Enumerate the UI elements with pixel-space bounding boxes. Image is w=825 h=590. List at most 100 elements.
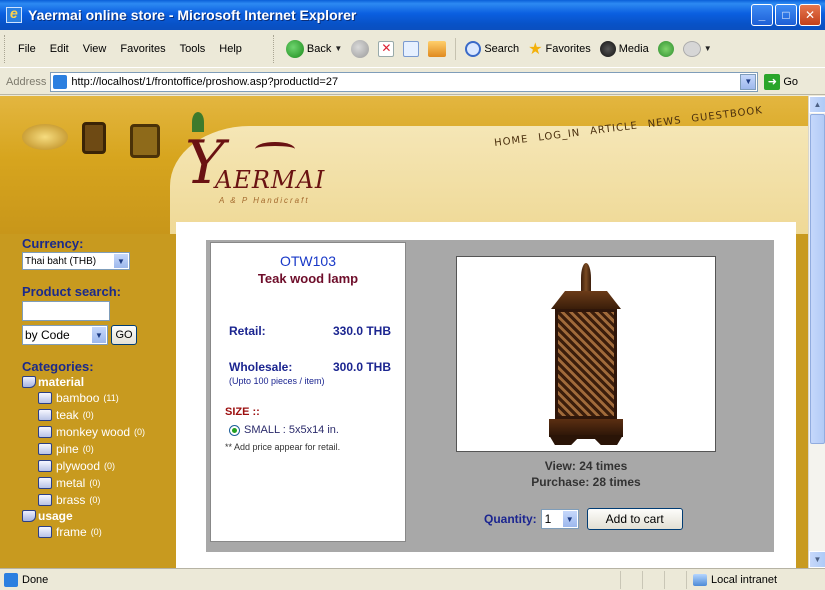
chevron-down-icon: ▼ <box>703 44 712 53</box>
history-button[interactable] <box>655 37 677 61</box>
prop-a <box>22 124 68 150</box>
size-option[interactable]: SMALL : 5x5x14 in. <box>211 424 405 436</box>
media-icon <box>599 40 616 57</box>
wholesale-label: Wholesale: <box>229 360 293 374</box>
history-icon <box>657 40 674 57</box>
menu-tools[interactable]: Tools <box>173 43 213 55</box>
category-item-brass[interactable]: brass (0) <box>38 491 152 508</box>
view-count: View: 24 times <box>544 459 628 473</box>
scroll-up-icon[interactable]: ▲ <box>809 96 825 113</box>
search-by-select[interactable]: by Code ▼ <box>22 325 108 345</box>
wholesale-price: 300.0 THB <box>332 360 391 374</box>
favorites-button[interactable]: ★ Favorites <box>525 37 594 61</box>
scroll-thumb[interactable] <box>810 114 825 444</box>
category-group-label: usage <box>38 509 73 523</box>
forward-button[interactable] <box>348 37 372 61</box>
category-item-frame[interactable]: frame (0) <box>38 523 152 540</box>
star-icon: ★ <box>528 40 543 58</box>
category-count: (0) <box>89 494 101 505</box>
favorites-label: Favorites <box>545 42 591 55</box>
page-done-icon <box>4 572 18 587</box>
nav-guestbook[interactable]: GUESTBOOK <box>691 105 764 125</box>
category-item-metal[interactable]: metal (0) <box>38 474 152 491</box>
wholesale-price-row: Wholesale: 300.0 THB <box>211 360 405 374</box>
quantity-label: Quantity: <box>484 512 537 526</box>
folder-open-icon <box>22 376 36 388</box>
search-button[interactable]: Search <box>462 37 522 61</box>
category-label: brass <box>56 492 86 507</box>
folder-icon <box>38 493 52 506</box>
lamp-body <box>555 309 617 419</box>
chevron-down-icon: ▼ <box>113 253 129 269</box>
quantity-row: Quantity: 1 ▼ Add to cart <box>484 508 683 530</box>
sidebar: Currency: Thai baht (THB) ▼ Product sear… <box>22 236 152 540</box>
menu-file[interactable]: File <box>11 43 43 55</box>
lamp-picture <box>541 263 631 447</box>
minimize-button[interactable]: _ <box>751 4 773 26</box>
site-banner: Y AERMAI A & P Handicraft HOME LOG_IN AR… <box>0 96 808 234</box>
category-item-pine[interactable]: pine (0) <box>38 440 152 457</box>
title-bar: Yaermai online store - Microsoft Interne… <box>0 0 825 30</box>
category-count: (0) <box>104 460 116 471</box>
prop-b <box>82 122 106 154</box>
menu-edit[interactable]: Edit <box>43 43 76 55</box>
product-image <box>456 256 716 452</box>
quantity-value: 1 <box>544 512 552 526</box>
retail-price: 330.0 THB <box>332 324 391 338</box>
category-label: monkey wood <box>56 424 131 439</box>
back-button[interactable]: Back ▼ <box>283 37 345 61</box>
address-dropdown-icon[interactable]: ▼ <box>740 73 757 90</box>
price-note: ** Add price appear for retail. <box>225 442 341 452</box>
site-logo[interactable]: Y AERMAI A & P Handicraft <box>185 128 345 214</box>
go-button[interactable]: ➜ Go <box>764 73 798 90</box>
product-panel: OTW103 Teak wood lamp Retail: 330.0 THB … <box>176 222 796 568</box>
prop-c <box>130 124 160 158</box>
folder-icon <box>38 476 52 489</box>
window-title: Yaermai online store - Microsoft Interne… <box>28 7 357 23</box>
product-card: OTW103 Teak wood lamp Retail: 330.0 THB … <box>206 240 774 552</box>
menu-view[interactable]: View <box>76 43 114 55</box>
media-button[interactable]: Media <box>597 37 652 61</box>
toolbar-grip <box>272 34 276 63</box>
stop-button[interactable] <box>375 37 397 61</box>
close-button[interactable]: ✕ <box>799 4 821 26</box>
category-item-bamboo[interactable]: bamboo (11) <box>38 389 152 406</box>
size-option-label: SMALL : 5x5x14 in. <box>244 424 339 436</box>
category-group-material[interactable]: material <box>22 375 152 389</box>
folder-icon <box>38 459 52 472</box>
add-to-cart-button[interactable]: Add to cart <box>586 508 683 530</box>
currency-select[interactable]: Thai baht (THB) ▼ <box>22 252 130 270</box>
scroll-down-icon[interactable]: ▼ <box>809 551 825 568</box>
category-item-plywood[interactable]: plywood (0) <box>38 457 152 474</box>
vertical-scrollbar[interactable]: ▲ ▼ <box>808 96 825 568</box>
maximize-button[interactable]: □ <box>775 4 797 26</box>
search-input[interactable] <box>22 301 110 321</box>
page-icon <box>53 74 68 89</box>
category-count: (0) <box>89 477 101 488</box>
status-segment <box>620 570 642 589</box>
quantity-select[interactable]: 1 ▼ <box>540 509 579 529</box>
refresh-button[interactable] <box>400 37 422 61</box>
status-segment <box>664 570 686 589</box>
mail-button[interactable]: ▼ <box>680 37 715 61</box>
category-item-monkey-wood[interactable]: monkey wood (0) <box>38 423 152 440</box>
category-group-usage[interactable]: usage <box>22 509 152 523</box>
home-button[interactable] <box>425 37 449 61</box>
size-radio[interactable] <box>229 424 240 436</box>
product-info: OTW103 Teak wood lamp Retail: 330.0 THB … <box>210 242 406 542</box>
menu-favorites[interactable]: Favorites <box>113 43 172 55</box>
address-input[interactable]: http://localhost/1/frontoffice/proshow.a… <box>50 71 759 92</box>
search-go-button[interactable]: GO <box>111 325 137 345</box>
chevron-down-icon: ▼ <box>91 326 107 344</box>
category-count: (0) <box>82 409 94 420</box>
menu-bar: File Edit View Favorites Tools Help Back… <box>0 30 825 68</box>
category-count: (0) <box>90 526 102 537</box>
wholesale-note: (Upto 100 pieces / item) <box>229 376 325 386</box>
category-item-teak[interactable]: teak (0) <box>38 406 152 423</box>
menu-help[interactable]: Help <box>212 43 249 55</box>
back-label: Back <box>306 42 332 55</box>
category-label: teak <box>56 407 79 422</box>
intranet-icon <box>693 573 707 586</box>
category-label: plywood <box>56 458 101 473</box>
product-name: Teak wood lamp <box>257 271 359 286</box>
